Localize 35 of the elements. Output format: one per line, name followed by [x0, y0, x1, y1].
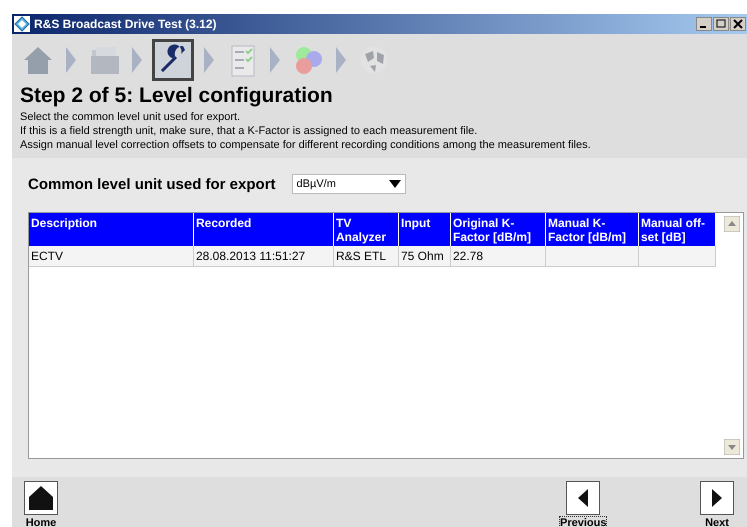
table-cell: 75 Ohm: [399, 246, 451, 267]
instruction-text: Assign manual level correction offsets to compensate for different recording conditions among the measurement files.: [20, 138, 592, 152]
column-header: Original K-Factor [dB/m]: [451, 213, 546, 246]
nav-button-label[interactable]: Previous: [560, 517, 606, 527]
maximize-icon[interactable]: [713, 17, 729, 31]
table-cell: 28.08.2013 11:51:27: [194, 246, 334, 267]
instruction-text: Select the common level unit used for export.: [20, 110, 242, 124]
chevron-icon: [204, 47, 214, 73]
chevron-icon: [132, 47, 142, 73]
table-cell: R&S ETL: [334, 246, 399, 267]
scroll-down-icon[interactable]: [724, 439, 740, 455]
chevron-icon: [66, 47, 76, 73]
window-title: R&S Broadcast Drive Test (3.12): [34, 17, 218, 31]
table-cell: ECTV: [29, 246, 194, 267]
caret-icon: [388, 180, 401, 188]
column-header: Input: [399, 213, 451, 246]
column-header: Manual K-Factor [dB/m]: [546, 213, 639, 246]
unit-dropdown[interactable]: dBµV/m: [292, 174, 406, 194]
home-icon[interactable]: [24, 481, 58, 515]
column-header: TV Analyzer: [334, 213, 399, 246]
app-logo-icon: [14, 16, 30, 32]
minimize-icon[interactable]: [696, 17, 712, 31]
step-heading: Step 2 of 5: Level configuration: [20, 84, 334, 108]
instruction-text: If this is a field strength unit, make sure, that a K-Factor is assigned to each measurement file.: [20, 124, 478, 138]
column-header: Description: [29, 213, 194, 246]
close-icon[interactable]: [730, 17, 746, 31]
column-header: Recorded: [194, 213, 334, 246]
table-cell: 22.78: [451, 246, 546, 267]
chevron-icon: [336, 47, 346, 73]
column-header: Manual off-set [dB]: [639, 213, 716, 246]
chevron-icon: [270, 47, 280, 73]
nav-button-label[interactable]: Home: [26, 517, 56, 527]
nav-button-label[interactable]: Next: [705, 517, 729, 527]
unit-label: Common level unit used for export: [28, 176, 276, 192]
scroll-up-icon[interactable]: [724, 216, 740, 232]
